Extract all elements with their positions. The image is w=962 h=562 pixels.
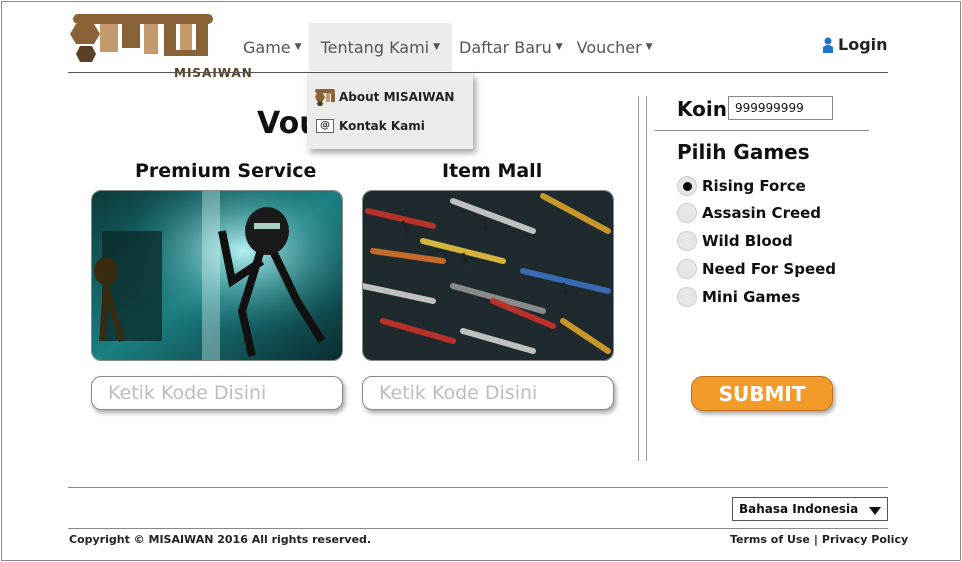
item-mall-code-input[interactable] (362, 376, 614, 410)
dropdown-item-about[interactable]: About MISAIWAN (315, 88, 454, 106)
premium-service-title: Premium Service (135, 160, 317, 182)
radio-button[interactable] (677, 259, 697, 279)
at-icon: @ (315, 117, 335, 135)
terms-link[interactable]: Terms of Use (730, 533, 810, 546)
nav-tentang-kami-label: Tentang Kami (320, 37, 430, 57)
nav-tentang-kami[interactable]: Tentang Kami ▼ (308, 23, 453, 71)
radio-button-selected[interactable] (677, 176, 697, 196)
tentang-kami-dropdown: About MISAIWAN @ Kontak Kami (307, 73, 473, 149)
logo-icon (315, 88, 335, 106)
game-option-need-for-speed[interactable]: Need For Speed (677, 259, 836, 279)
logo-graphic (70, 14, 213, 62)
language-select[interactable]: Bahasa Indonesia (732, 497, 888, 521)
game-option-assasin-creed[interactable]: Assasin Creed (677, 203, 821, 223)
game-option-label: Rising Force (702, 177, 806, 195)
dropdown-item-label: About MISAIWAN (339, 90, 455, 104)
dropdown-item-label: Kontak Kami (339, 119, 425, 133)
premium-service-image[interactable] (91, 190, 343, 361)
item-mall-image[interactable] (362, 190, 614, 361)
nav-game[interactable]: Game ▼ (236, 23, 309, 71)
column-divider (638, 96, 639, 461)
game-option-label: Assasin Creed (702, 204, 822, 222)
game-option-mini-games[interactable]: Mini Games (677, 287, 800, 307)
premium-service-artwork (92, 191, 342, 360)
link-separator: | (813, 533, 818, 546)
koin-label: Koin (677, 97, 727, 121)
privacy-link[interactable]: Privacy Policy (822, 533, 908, 546)
column-divider (646, 96, 647, 461)
login-label: Login (838, 35, 888, 54)
radio-button[interactable] (677, 287, 697, 307)
radio-button[interactable] (677, 231, 697, 251)
footer-divider (68, 528, 888, 529)
nav-daftar-baru-label: Daftar Baru (459, 37, 552, 57)
pilih-games-heading: Pilih Games (677, 140, 810, 164)
sidebar-divider (655, 130, 869, 131)
radio-button[interactable] (677, 203, 697, 223)
game-option-label: Wild Blood (702, 232, 793, 250)
nav-voucher[interactable]: Voucher ▼ (570, 23, 660, 71)
submit-button[interactable]: SUBMIT (691, 376, 833, 411)
game-option-rising-force[interactable]: Rising Force (677, 176, 806, 196)
nav-daftar-baru[interactable]: Daftar Baru ▼ (452, 23, 570, 71)
footer-divider (68, 487, 888, 488)
caret-down-icon: ▼ (433, 42, 441, 52)
caret-down-icon: ▼ (294, 42, 302, 52)
koin-value-field: 999999999 (728, 96, 833, 120)
item-mall-artwork (363, 191, 613, 360)
game-option-label: Need For Speed (702, 260, 837, 278)
premium-code-input[interactable] (91, 376, 343, 410)
nav-game-label: Game (243, 37, 291, 57)
nav-voucher-label: Voucher (576, 37, 642, 57)
header-divider (68, 72, 888, 73)
caret-down-icon (869, 507, 881, 515)
caret-down-icon: ▼ (555, 42, 563, 52)
caret-down-icon: ▼ (645, 42, 653, 52)
language-select-value: Bahasa Indonesia (739, 502, 859, 516)
game-option-label: Mini Games (702, 288, 801, 306)
logo[interactable]: MISAIWAN (70, 10, 252, 80)
game-option-wild-blood[interactable]: Wild Blood (677, 231, 793, 251)
copyright-text: Copyright © MISAIWAN 2016 All rights res… (69, 533, 372, 546)
login-link[interactable]: Login (822, 35, 888, 54)
dropdown-item-kontak[interactable]: @ Kontak Kami (315, 117, 425, 135)
main-nav: Game ▼ Tentang Kami ▼ Daftar Baru ▼ Vouc… (236, 23, 660, 71)
user-icon (823, 37, 833, 53)
item-mall-title: Item Mall (442, 160, 543, 182)
footer-links: Terms of Use | Privacy Policy (730, 533, 908, 546)
